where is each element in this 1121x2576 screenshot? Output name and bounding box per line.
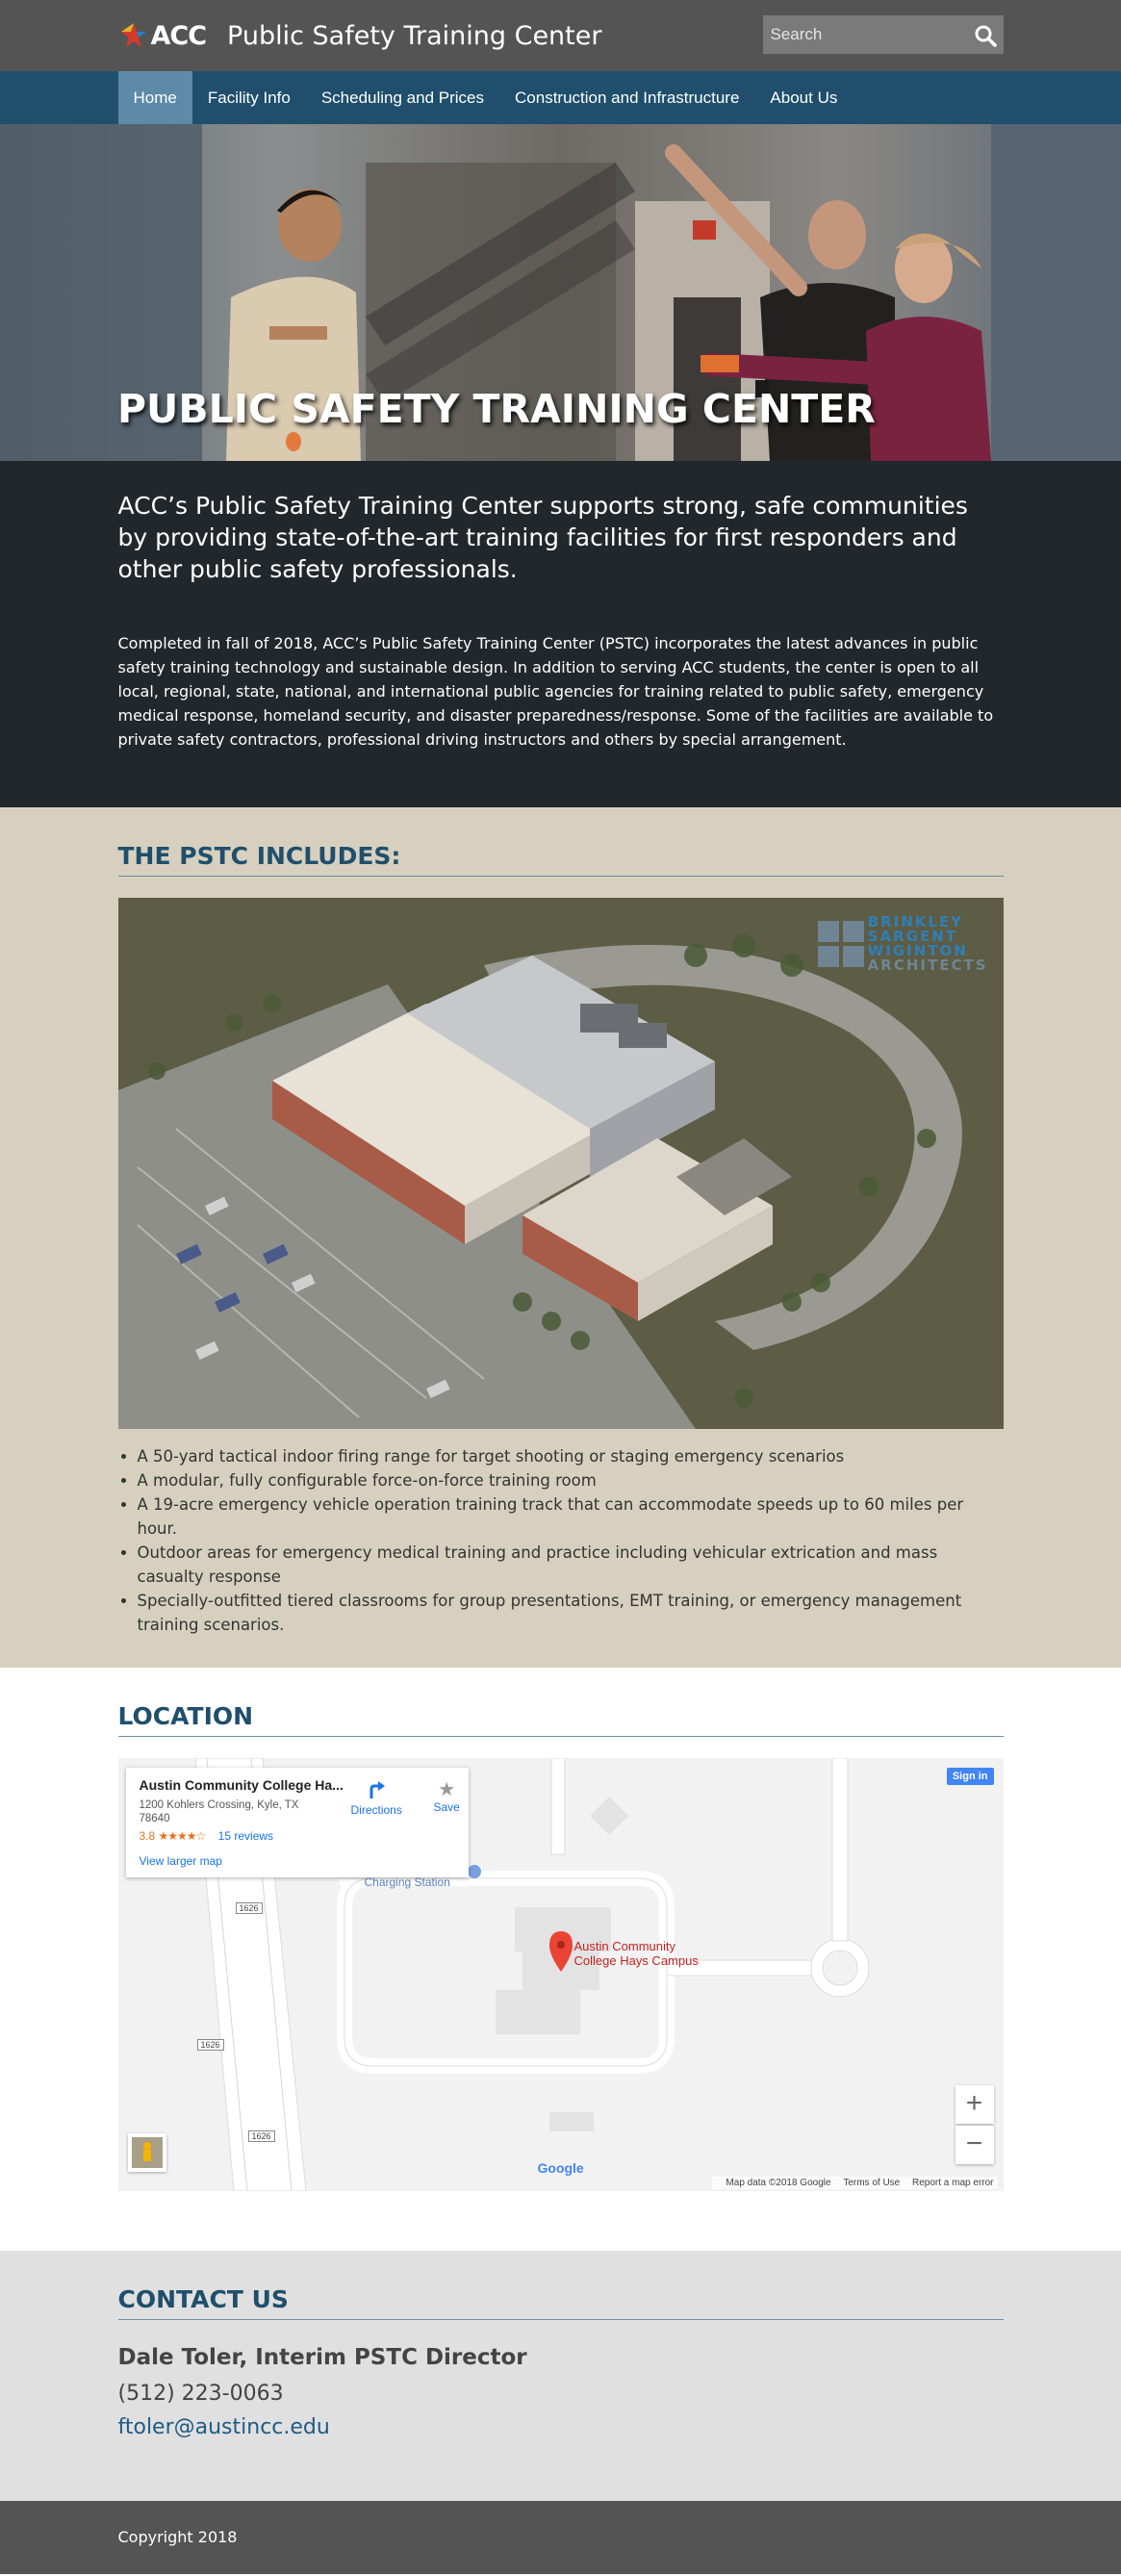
map-footer: Map data ©2018 Google Terms of Use Repor… — [712, 2177, 998, 2189]
road-shield: 1626 — [196, 2039, 224, 2051]
terms-link[interactable]: Terms of Use — [843, 2178, 900, 2188]
search-input[interactable] — [762, 25, 955, 44]
embedded-map[interactable]: Charging Station Austin Community Colleg… — [117, 1758, 1004, 2191]
intro-lead: ACC’s Public Safety Training Center supp… — [117, 492, 968, 583]
intro-body: Completed in fall of 2018, ACC’s Public … — [117, 634, 994, 749]
nav-facility-info[interactable]: Facility Info — [192, 71, 306, 124]
intro-section: ACC’s Public Safety Training Center supp… — [0, 461, 1121, 807]
reviews-link[interactable]: 15 reviews — [218, 1829, 273, 1843]
contact-heading: CONTACT US — [117, 2285, 1004, 2320]
directions-button[interactable]: Directions — [351, 1779, 402, 1817]
save-label: Save — [433, 1800, 460, 1814]
search-box — [762, 15, 1004, 54]
location-heading: LOCATION — [117, 1702, 1004, 1737]
acc-star-icon — [120, 23, 146, 47]
site-title[interactable]: Public Safety Training Center — [227, 21, 601, 51]
road-shield: 1626 — [247, 2130, 275, 2142]
zoom-in-button[interactable]: + — [955, 2085, 994, 2124]
feature-item: A 19-acre emergency vehicle operation tr… — [138, 1492, 1004, 1541]
architect-logo-line: ARCHITECTS — [867, 956, 988, 974]
directions-label: Directions — [350, 1803, 402, 1817]
hero-title: PUBLIC SAFETY TRAINING CENTER — [117, 386, 876, 432]
includes-heading: THE PSTC INCLUDES: — [117, 842, 1004, 877]
contact-name: Dale Toler, Interim PSTC Director — [117, 2345, 527, 2370]
place-name[interactable]: Austin Community College Ha... — [140, 1777, 455, 1793]
main-nav: Home Facility Info Scheduling and Prices… — [0, 71, 1121, 124]
street-view-pegman-icon[interactable] — [127, 2133, 166, 2172]
location-section: LOCATION Charging Station Austin Communi… — [0, 1668, 1121, 2251]
search-icon[interactable] — [973, 23, 998, 48]
place-address: 1200 Kohlers Crossing, Kyle, TX 78640 — [139, 1799, 299, 1824]
copyright-text: Copyright 2018 — [117, 2528, 238, 2546]
acc-logo[interactable]: ACC — [118, 21, 207, 51]
feature-item: A modular, fully configurable force-on-f… — [138, 1468, 1004, 1492]
site-header: ACC Public Safety Training Center — [0, 0, 1121, 71]
place-card: Austin Community College Ha... 1200 Kohl… — [125, 1768, 469, 1877]
feature-list: A 50-yard tactical indoor firing range f… — [118, 1444, 1004, 1637]
rating-stars-icon: ★★★★☆ — [158, 1829, 207, 1843]
contact-phone[interactable]: (512) 223-0063 — [118, 2382, 1004, 2406]
view-larger-map-link[interactable]: View larger map — [140, 1854, 455, 1868]
feature-item: Specially-outfitted tiered classrooms fo… — [138, 1589, 1004, 1637]
zoom-out-button[interactable]: − — [955, 2126, 994, 2164]
save-button[interactable]: ★ Save — [434, 1779, 460, 1814]
star-icon: ★ — [438, 1779, 456, 1800]
aerial-rendering-image — [117, 898, 1004, 1429]
report-error-link[interactable]: Report a map error — [912, 2178, 993, 2188]
feature-item: Outdoor areas for emergency medical trai… — [138, 1541, 1004, 1589]
architect-logo: BRINKLEY SARGENT WIGINTON ARCHITECTS — [817, 915, 988, 974]
map-data-credit: Map data ©2018 Google — [726, 2178, 831, 2188]
directions-icon — [369, 1781, 386, 1798]
nav-home[interactable]: Home — [117, 71, 192, 124]
feature-item: A 50-yard tactical indoor firing range f… — [138, 1444, 1004, 1468]
road-shield: 1626 — [235, 1902, 263, 1914]
place-rating: 3.8 ★★★★☆ 15 reviews — [140, 1829, 455, 1843]
campus-label-line[interactable]: College Hays Campus — [574, 1953, 699, 1968]
google-logo-text: Google — [537, 2160, 584, 2176]
includes-section: THE PSTC INCLUDES: BRINKLEY SARGENT WIGI… — [0, 807, 1121, 1668]
pegman-icon — [131, 2137, 163, 2168]
google-logo: Google — [538, 2160, 584, 2176]
contact-section: CONTACT US Dale Toler, Interim PSTC Dire… — [0, 2251, 1121, 2501]
nav-construction[interactable]: Construction and Infrastructure — [499, 71, 754, 124]
site-footer: Copyright 2018 — [0, 2501, 1121, 2574]
charging-station-label[interactable]: Charging Station — [365, 1875, 450, 1889]
rating-value: 3.8 — [139, 1829, 156, 1843]
contact-email-link[interactable]: ftoler@austincc.edu — [118, 2415, 1004, 2439]
architect-logo-mark — [817, 921, 864, 967]
logo-text: ACC — [150, 20, 208, 51]
nav-scheduling-prices[interactable]: Scheduling and Prices — [306, 71, 499, 124]
sign-in-button[interactable]: Sign in — [946, 1768, 994, 1785]
campus-label-line[interactable]: Austin Community — [574, 1939, 675, 1953]
nav-about-us[interactable]: About Us — [754, 71, 853, 124]
facility-rendering: BRINKLEY SARGENT WIGINTON ARCHITECTS — [117, 898, 1004, 1429]
hero-banner: PUBLIC SAFETY TRAINING CENTER — [0, 124, 1121, 461]
